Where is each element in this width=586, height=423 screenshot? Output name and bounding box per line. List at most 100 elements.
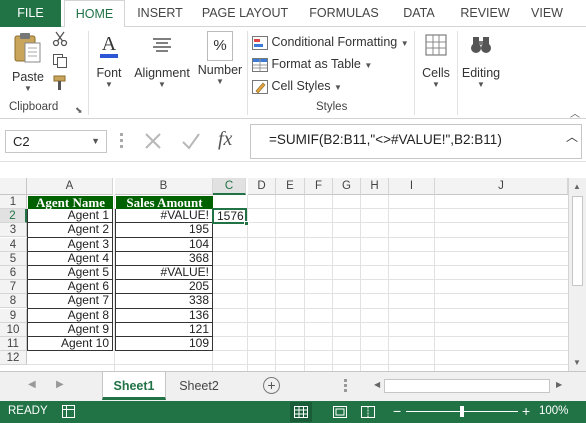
tab-file[interactable]: FILE — [0, 0, 61, 27]
table-cell[interactable]: 368 — [115, 251, 213, 266]
column-header-j[interactable]: J — [435, 178, 568, 195]
name-box-dropdown-icon[interactable]: ▼ — [91, 131, 100, 152]
table-cell[interactable]: #VALUE! — [115, 209, 213, 224]
group-divider — [414, 31, 415, 115]
sheet-tab-sheet2[interactable]: Sheet2 — [168, 372, 230, 400]
row-header-4[interactable]: 4 — [0, 237, 27, 252]
insert-function-icon[interactable]: fx — [218, 128, 232, 151]
table-cell[interactable]: 109 — [115, 336, 213, 352]
zoom-out-icon[interactable]: − — [393, 403, 401, 419]
row-header-8[interactable]: 8 — [0, 294, 27, 309]
macro-record-icon[interactable] — [62, 405, 75, 421]
expand-formula-bar-icon[interactable]: ︿ — [566, 128, 578, 145]
column-header-b[interactable]: B — [115, 178, 213, 195]
table-cell[interactable]: Agent 6 — [27, 280, 113, 295]
table-cell[interactable]: 136 — [115, 308, 213, 323]
format-as-table-button[interactable]: Format as Table ▼ — [252, 54, 372, 74]
row-header-12[interactable]: 12 — [0, 351, 27, 366]
table-cell[interactable]: Agent 4 — [27, 251, 113, 266]
paste-button[interactable]: Paste ▼ — [8, 31, 48, 93]
cancel-icon[interactable] — [142, 130, 164, 155]
page-break-view-icon[interactable] — [361, 406, 375, 421]
scroll-up-icon[interactable]: ▲ — [573, 182, 581, 191]
column-header-c[interactable]: C — [213, 178, 246, 195]
table-cell[interactable]: #VALUE! — [115, 265, 213, 281]
select-all-corner[interactable] — [0, 178, 27, 195]
row-header-7[interactable]: 7 — [0, 280, 27, 295]
table-cell[interactable]: 195 — [115, 223, 213, 238]
row-header-6[interactable]: 6 — [0, 266, 27, 280]
cut-button[interactable] — [52, 31, 68, 50]
tab-review[interactable]: REVIEW — [455, 0, 515, 27]
next-sheet-icon[interactable]: ▶ — [56, 379, 64, 390]
tab-view[interactable]: VIEW — [527, 0, 567, 27]
active-cell-c2[interactable]: 1576 — [212, 208, 247, 225]
clipboard-launcher-icon[interactable]: ⬊ — [75, 105, 83, 116]
table-cell[interactable]: 121 — [115, 322, 213, 337]
alignment-button[interactable]: Alignment ▼ — [131, 31, 193, 89]
table-cell[interactable]: Agent 10 — [27, 336, 113, 352]
horizontal-scrollbar[interactable]: ◀ ▶ — [372, 378, 568, 394]
vertical-scrollbar[interactable]: ▲ ▼ — [568, 178, 586, 371]
column-header-d[interactable]: D — [248, 178, 276, 195]
row-header-5[interactable]: 5 — [0, 251, 27, 266]
formula-input[interactable]: =SUMIF(B2:B11,"<>#VALUE!",B2:B11) — [250, 124, 582, 159]
cell-styles-button[interactable]: Cell Styles ▼ — [252, 76, 342, 96]
name-box[interactable]: C2 ▼ — [5, 130, 107, 153]
scroll-down-icon[interactable]: ▼ — [573, 358, 581, 367]
tab-page-layout[interactable]: PAGE LAYOUT — [197, 0, 293, 27]
column-header-h[interactable]: H — [361, 178, 389, 195]
column-header-i[interactable]: I — [389, 178, 435, 195]
sheet-tab-sheet1[interactable]: Sheet1 — [102, 372, 166, 400]
worksheet-grid[interactable]: A B C D E F G H I J 1 2 3 4 5 6 7 8 9 10 11 12 Agent Name Sales… — [0, 178, 568, 371]
collapse-ribbon-icon[interactable]: ︿ — [570, 105, 580, 120]
tab-insert[interactable]: INSERT — [131, 0, 189, 27]
scroll-right-icon[interactable]: ▶ — [556, 380, 562, 389]
tab-formulas[interactable]: FORMULAS — [305, 0, 383, 27]
tab-split-grip-icon[interactable] — [344, 378, 347, 394]
row-header-3[interactable]: 3 — [0, 223, 27, 238]
zoom-in-icon[interactable]: + — [522, 403, 530, 419]
row-header-9[interactable]: 9 — [0, 308, 27, 323]
table-cell[interactable]: Agent 9 — [27, 322, 113, 337]
row-header-11[interactable]: 11 — [0, 337, 27, 351]
table-cell[interactable]: Agent 3 — [27, 237, 113, 252]
number-button[interactable]: % Number ▼ — [196, 31, 244, 86]
table-cell[interactable]: Agent 7 — [27, 294, 113, 309]
zoom-level[interactable]: 100% — [539, 405, 568, 417]
fill-handle[interactable] — [244, 221, 249, 227]
enter-check-icon[interactable] — [180, 130, 202, 155]
font-button[interactable]: A Font ▼ — [92, 31, 126, 89]
table-cell[interactable]: Agent 1 — [27, 209, 113, 224]
horizontal-scroll-thumb[interactable] — [384, 379, 550, 393]
column-header-f[interactable]: F — [305, 178, 333, 195]
zoom-slider-thumb[interactable] — [460, 406, 464, 417]
table-cell[interactable]: 338 — [115, 294, 213, 309]
editing-button[interactable]: Editing ▼ — [460, 31, 502, 89]
format-painter-button[interactable] — [52, 75, 68, 94]
table-cell[interactable]: Agent 5 — [27, 265, 113, 281]
page-layout-view-icon[interactable] — [333, 406, 347, 421]
column-header-e[interactable]: E — [276, 178, 305, 195]
cells-button[interactable]: Cells ▼ — [418, 31, 454, 89]
tab-data[interactable]: DATA — [395, 0, 443, 27]
table-cell[interactable]: 205 — [115, 280, 213, 295]
add-sheet-icon[interactable]: + — [263, 377, 280, 394]
prev-sheet-icon[interactable]: ◀ — [28, 379, 36, 390]
table-cell[interactable]: Agent 2 — [27, 223, 113, 238]
table-cell[interactable]: Agent 8 — [27, 308, 113, 323]
formula-bar-grip-icon[interactable] — [120, 130, 123, 152]
table-cell[interactable]: 104 — [115, 237, 213, 252]
row-header-2[interactable]: 2 — [0, 209, 27, 224]
clipboard-group-label: Clipboard — [9, 101, 59, 113]
column-header-g[interactable]: G — [333, 178, 361, 195]
scroll-left-icon[interactable]: ◀ — [374, 380, 380, 389]
normal-view-icon[interactable] — [290, 402, 312, 422]
copy-button[interactable] — [52, 53, 68, 72]
row-header-10[interactable]: 10 — [0, 322, 27, 337]
tab-home[interactable]: HOME — [64, 0, 125, 28]
row-header-1[interactable]: 1 — [0, 195, 27, 209]
vertical-scroll-thumb[interactable] — [572, 196, 583, 286]
conditional-formatting-button[interactable]: Conditional Formatting ▼ — [252, 32, 409, 52]
column-header-a[interactable]: A — [27, 178, 113, 195]
